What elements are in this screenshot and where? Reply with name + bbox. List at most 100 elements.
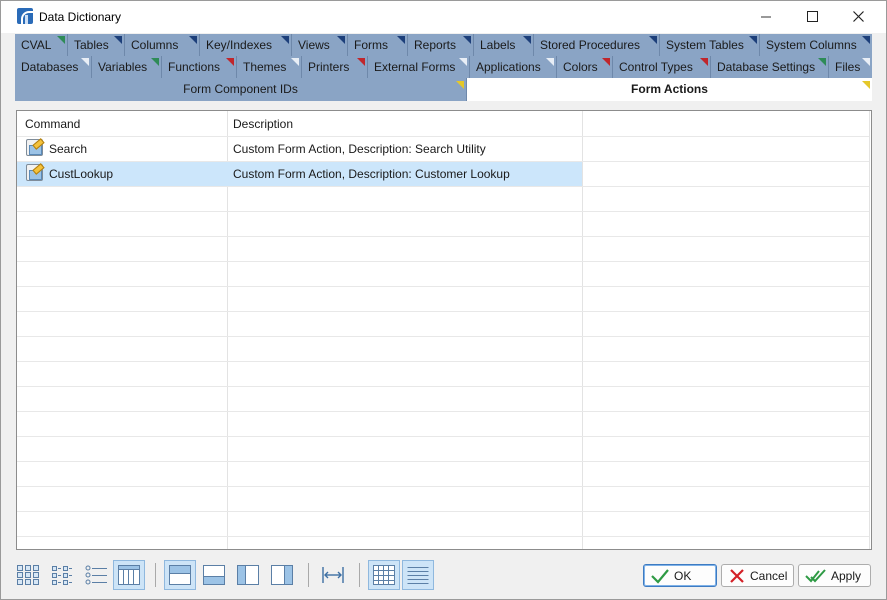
tab-reports[interactable]: Reports	[408, 34, 474, 56]
grid-lines-button[interactable]	[368, 560, 400, 590]
tab-files[interactable]: Files	[829, 56, 872, 78]
tab-label: External Forms	[374, 60, 456, 74]
row-divider	[17, 436, 869, 437]
row-divider	[17, 261, 869, 262]
row-divider	[17, 286, 869, 287]
row-divider	[17, 511, 869, 512]
tab-database-settings[interactable]: Database Settings	[711, 56, 829, 78]
cell-description: Custom Form Action, Description: Search …	[233, 142, 486, 156]
tab-forms[interactable]: Forms	[348, 34, 408, 56]
tab-key-indexes[interactable]: Key/Indexes	[200, 34, 292, 56]
row-divider	[17, 311, 869, 312]
tab-marker-icon	[357, 58, 365, 66]
row-lines-button[interactable]	[402, 560, 434, 590]
tab-cval[interactable]: CVAL	[15, 34, 68, 56]
tab-label: Key/Indexes	[206, 38, 273, 52]
tab-label: Themes	[243, 60, 287, 74]
tab-control-types[interactable]: Control Types	[613, 56, 711, 78]
tab-marker-icon	[459, 58, 467, 66]
row-divider	[17, 211, 869, 212]
layout-top-panel-button[interactable]	[164, 560, 196, 590]
large-icons-view-button[interactable]	[12, 560, 44, 590]
window-title: Data Dictionary	[39, 10, 122, 24]
tab-stored-procedures[interactable]: Stored Procedures	[534, 34, 660, 56]
row-divider	[17, 386, 869, 387]
row-divider	[17, 186, 869, 187]
row-lines-icon	[407, 567, 429, 584]
layout-left-panel-icon	[237, 565, 259, 585]
autofit-columns-button[interactable]	[317, 560, 349, 590]
tab-marker-icon	[523, 36, 531, 44]
details-view-button[interactable]	[113, 560, 145, 590]
tab-marker-icon	[602, 58, 610, 66]
apply-button-label: Apply	[831, 568, 862, 583]
ok-button-label: OK	[674, 568, 692, 583]
minimize-button[interactable]	[743, 1, 789, 32]
tab-marker-icon	[281, 36, 289, 44]
tab-label: Database Settings	[717, 60, 816, 74]
tab-system-tables[interactable]: System Tables	[660, 34, 760, 56]
tab-databases[interactable]: Databases	[15, 56, 92, 78]
tab-columns[interactable]: Columns	[125, 34, 200, 56]
tab-variables[interactable]: Variables	[92, 56, 162, 78]
ok-button[interactable]: OK	[643, 564, 717, 587]
tab-system-columns[interactable]: System Columns	[760, 34, 872, 56]
tab-label: Form Actions	[631, 82, 708, 96]
tab-marker-icon	[81, 58, 89, 66]
data-dictionary-window: Data Dictionary CVAL Tables Columns Key/…	[0, 0, 887, 600]
tab-themes[interactable]: Themes	[237, 56, 302, 78]
checkmark-icon	[651, 568, 669, 584]
layout-left-panel-button[interactable]	[232, 560, 264, 590]
toolbar-separator	[308, 563, 309, 587]
row-divider	[17, 361, 869, 362]
row-divider	[17, 161, 869, 162]
layout-right-panel-button[interactable]	[266, 560, 298, 590]
bottom-toolbar: OK Cancel Apply	[1, 554, 886, 598]
cross-icon	[730, 568, 744, 583]
autofit-columns-icon	[322, 567, 344, 583]
tab-marker-icon	[226, 58, 234, 66]
list-view-button[interactable]	[80, 560, 112, 590]
close-button[interactable]	[835, 1, 881, 32]
details-view-icon	[118, 565, 140, 585]
tab-tables[interactable]: Tables	[68, 34, 125, 56]
tab-colors[interactable]: Colors	[557, 56, 613, 78]
tab-functions[interactable]: Functions	[162, 56, 237, 78]
layout-bottom-panel-button[interactable]	[198, 560, 230, 590]
tab-label: System Columns	[766, 38, 857, 52]
tab-row-2: Databases Variables Functions Themes Pri…	[15, 56, 872, 78]
cancel-button[interactable]: Cancel	[721, 564, 794, 587]
tab-views[interactable]: Views	[292, 34, 348, 56]
maximize-button[interactable]	[789, 1, 835, 32]
row-divider	[17, 461, 869, 462]
column-header-description[interactable]: Description	[233, 117, 293, 131]
tab-row-1: CVAL Tables Columns Key/Indexes Views Fo…	[15, 34, 872, 56]
tab-labels[interactable]: Labels	[474, 34, 534, 56]
apply-button[interactable]: Apply	[798, 564, 871, 587]
form-action-icon	[26, 139, 43, 156]
tab-applications[interactable]: Applications	[470, 56, 557, 78]
tab-label: Form Component IDs	[183, 82, 298, 96]
tab-printers[interactable]: Printers	[302, 56, 368, 78]
tab-label: Printers	[308, 60, 350, 74]
tab-marker-icon	[862, 81, 870, 89]
double-checkmark-icon	[805, 568, 826, 582]
tab-form-component-ids[interactable]: Form Component IDs	[15, 78, 467, 101]
column-header-command[interactable]: Command	[25, 117, 80, 131]
tab-label: Views	[298, 38, 330, 52]
tab-marker-icon	[57, 36, 65, 44]
small-icons-view-button[interactable]	[46, 560, 78, 590]
table-row[interactable]: Search Custom Form Action, Description: …	[17, 136, 869, 161]
tab-marker-icon	[456, 81, 464, 89]
column-divider	[869, 111, 870, 549]
tab-external-forms[interactable]: External Forms	[368, 56, 470, 78]
cell-command: CustLookup	[49, 167, 114, 181]
row-divider	[17, 486, 869, 487]
grid-lines-icon	[373, 565, 395, 585]
form-actions-grid[interactable]: Command Description Search Custom Form A…	[16, 110, 872, 550]
toolbar-separator	[359, 563, 360, 587]
tab-label: Columns	[131, 38, 179, 52]
app-logo-icon	[17, 8, 33, 24]
tab-form-actions[interactable]: Form Actions	[467, 78, 872, 101]
table-row[interactable]: CustLookup Custom Form Action, Descripti…	[17, 161, 869, 186]
